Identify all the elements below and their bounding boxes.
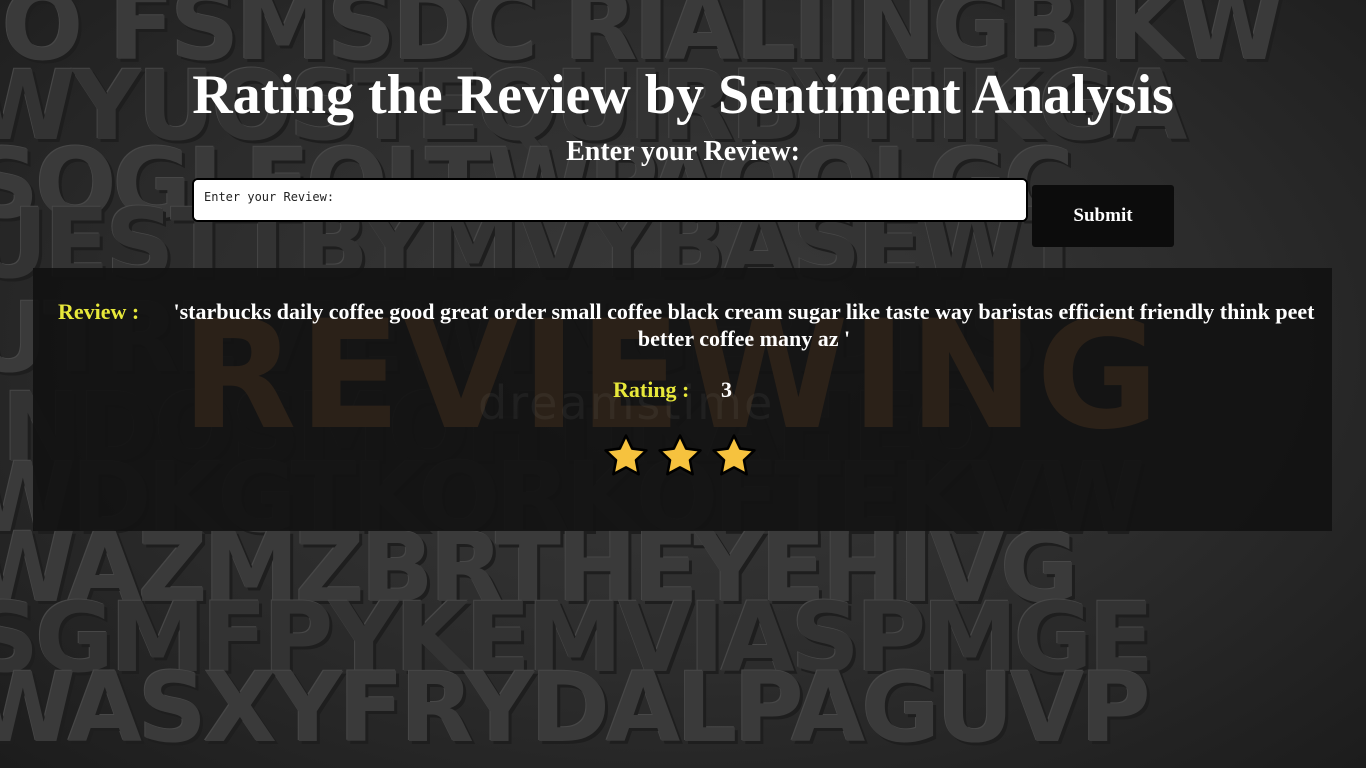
- star-icon: [658, 434, 702, 476]
- star-icon: [712, 434, 756, 476]
- rating-label: Rating :: [613, 377, 690, 402]
- review-label: Review :: [58, 299, 140, 324]
- submit-button[interactable]: Submit: [1032, 185, 1174, 247]
- rating-value: 3: [721, 377, 732, 402]
- review-text: 'starbucks daily coffee good great order…: [173, 299, 1315, 351]
- star-rating: [602, 432, 758, 484]
- input-heading: Enter your Review:: [566, 136, 800, 167]
- star-icon: [604, 434, 648, 476]
- page-title: Rating the Review by Sentiment Analysis: [192, 64, 1174, 126]
- review-input[interactable]: [192, 178, 1028, 222]
